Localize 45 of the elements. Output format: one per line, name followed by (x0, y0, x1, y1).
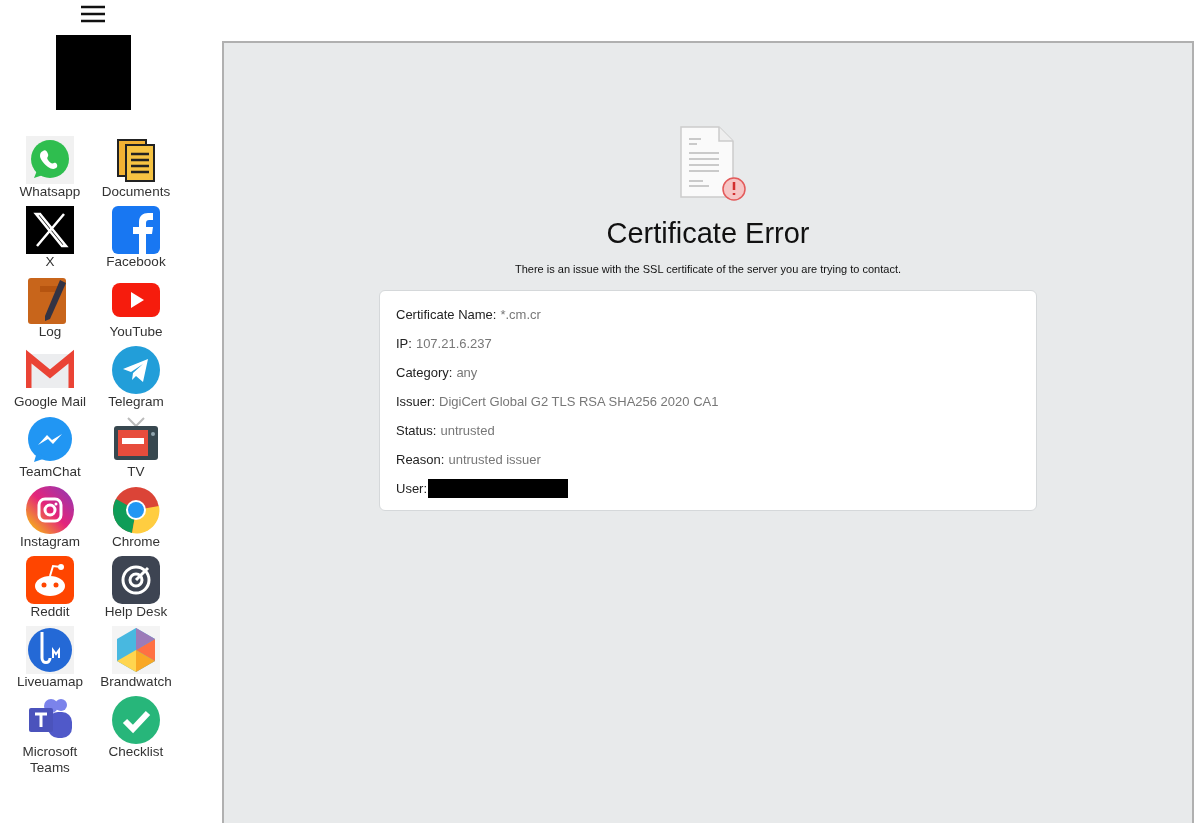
field-value: *.cm.cr (500, 306, 541, 324)
checkmark-icon (112, 696, 160, 744)
app-shortcut[interactable]: TeamChat (7, 416, 93, 480)
app-shortcut[interactable]: Google Mail (7, 346, 93, 410)
app-shortcut[interactable]: Microsoft Teams (7, 696, 93, 776)
f-letter-icon (112, 206, 160, 254)
app-shortcut[interactable]: Whatsapp (7, 136, 93, 200)
app-shortcut[interactable]: X (7, 206, 93, 270)
camera-icon (26, 486, 74, 534)
field-label: Status: (396, 422, 437, 440)
app-shortcut[interactable]: Help Desk (93, 556, 179, 620)
app-shortcut[interactable]: Facebook (93, 206, 179, 270)
document-warning-icon (677, 125, 749, 203)
chat-bubble-icon (26, 136, 74, 184)
app-shortcut[interactable]: Reddit (7, 556, 93, 620)
target-icon (112, 556, 160, 604)
field-value: untrusted (440, 422, 495, 440)
app-shortcut[interactable]: Telegram (93, 346, 179, 410)
app-shortcut[interactable]: TV (93, 416, 179, 480)
field-value: DigiCert Global G2 TLS RSA SHA256 2020 CA1 (439, 393, 719, 411)
field-label: User: (396, 480, 428, 498)
field-value: any (456, 364, 478, 382)
error-message: There is an issue with the SSL certificate of the server you are trying to contact. (515, 262, 901, 276)
error-title: Certificate Error (606, 216, 810, 251)
field-value: untrusted issuer (448, 451, 541, 469)
field-value: 107.21.6.237 (415, 335, 492, 353)
app-shortcut[interactable]: Brandwatch (93, 626, 179, 690)
lightning-bubble-icon (26, 416, 74, 464)
browser-logo-icon (112, 486, 160, 534)
app-shortcut[interactable]: Checklist (93, 696, 179, 776)
field-label: IP: (396, 335, 412, 353)
menu-icon[interactable] (80, 4, 106, 24)
app-shortcut[interactable]: Log (7, 276, 93, 340)
app-shortcut[interactable]: Chrome (93, 486, 179, 550)
app-shortcut[interactable]: YouTube (93, 276, 179, 340)
app-shortcut[interactable]: Documents (93, 136, 179, 200)
robot-face-icon (26, 556, 74, 604)
field-label: Category: (396, 364, 453, 382)
app-shortcut[interactable]: Instagram (7, 486, 93, 550)
paper-plane-icon (112, 346, 160, 394)
field-label: Issuer: (396, 393, 435, 411)
x-letter-icon (26, 206, 74, 254)
app-shortcut[interactable]: Liveuamap (7, 626, 93, 690)
field-label: Reason: (396, 451, 445, 469)
field-label: Certificate Name: (396, 306, 497, 324)
